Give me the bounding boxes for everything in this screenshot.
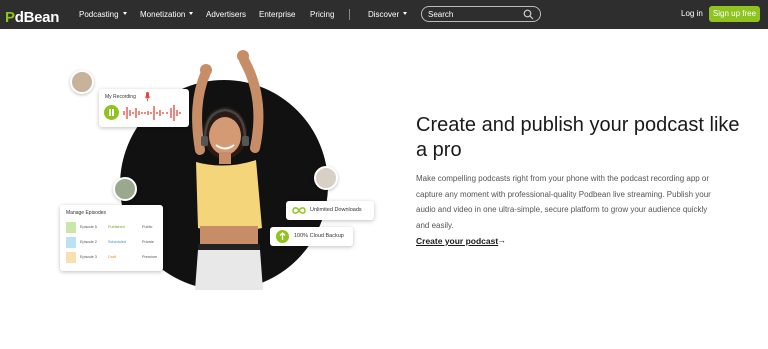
manage-episodes-title: Manage Episodes [66, 210, 107, 216]
chevron-down-icon [403, 12, 408, 15]
unlimited-downloads-badge: Unlimited Downloads [286, 201, 374, 220]
nav-divider [349, 9, 350, 20]
search-placeholder: Search [428, 10, 454, 19]
episode-row[interactable]: Episode 5 Published Public [66, 222, 158, 233]
hero-description: Make compelling podcasts right from your… [416, 174, 711, 230]
pause-icon[interactable] [104, 105, 119, 120]
recording-title: My Recording [105, 94, 136, 100]
avatar [314, 166, 338, 190]
episode-thumbnail [66, 252, 76, 263]
hero-heading: Create and publish your podcast like a p… [416, 114, 740, 161]
avatar [70, 70, 94, 94]
nav-discover[interactable]: Discover [368, 0, 408, 29]
infinity-icon [292, 207, 306, 214]
nav-pricing[interactable]: Pricing [310, 0, 334, 29]
create-podcast-link[interactable]: Create your podcast [416, 236, 498, 246]
search-input[interactable]: Search [421, 6, 541, 22]
waveform [123, 105, 181, 121]
microphone-icon [144, 92, 151, 102]
cloud-upload-icon [276, 230, 289, 243]
episode-row[interactable]: Episode 2 Scheduled Private [66, 237, 158, 248]
avatar [113, 177, 137, 201]
episode-row[interactable]: Episode 3 Draft Premium [66, 252, 158, 263]
hero-person-image [192, 50, 264, 290]
recording-card: My Recording [99, 89, 189, 127]
cloud-backup-badge: 100% Cloud Backup [270, 227, 353, 246]
episode-thumbnail [66, 237, 76, 248]
arrow-right-icon[interactable]: → [497, 235, 506, 245]
signup-button[interactable]: Sign up free [709, 6, 760, 22]
search-icon[interactable] [523, 9, 534, 20]
manage-episodes-card: Manage Episodes Episode 5 Published Publ… [60, 205, 163, 271]
login-link[interactable]: Log in [681, 9, 703, 18]
episode-thumbnail [66, 222, 76, 233]
